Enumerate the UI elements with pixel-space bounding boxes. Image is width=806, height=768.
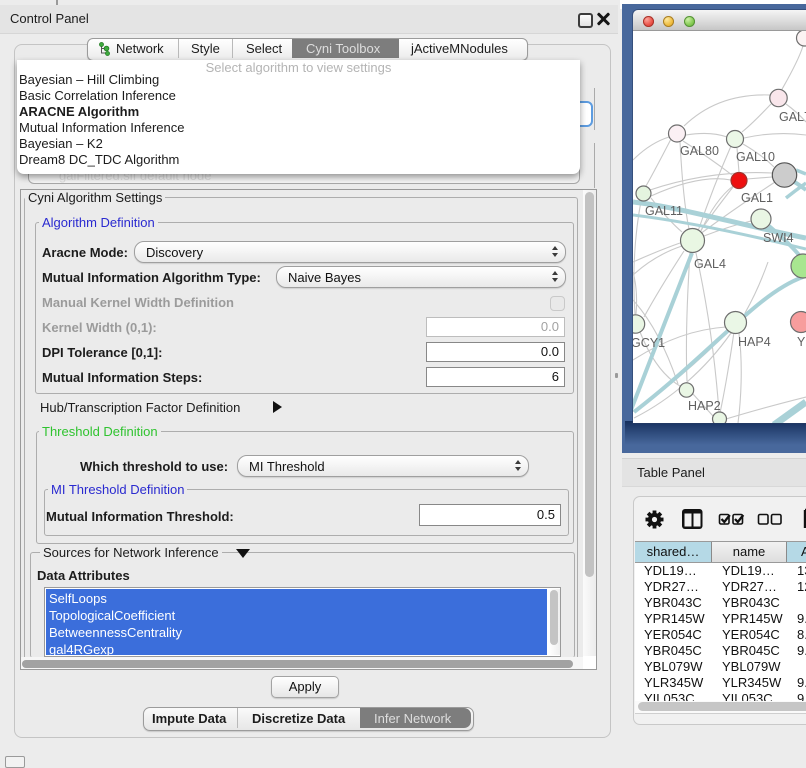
svg-text:Y: Y [797,335,806,349]
svg-text:GAL10: GAL10 [736,150,775,164]
svg-text:GAL7: GAL7 [779,110,806,124]
svg-text:GCY1: GCY1 [633,336,665,350]
svg-text:GAL1: GAL1 [741,191,773,205]
svg-text:HAP4: HAP4 [738,335,771,349]
svg-text:GAL80: GAL80 [680,144,719,158]
svg-text:GAL11: GAL11 [645,204,683,218]
svg-text:SWI4: SWI4 [763,231,794,245]
svg-text:GAL4: GAL4 [694,257,726,271]
svg-text:HAP2: HAP2 [688,399,721,413]
